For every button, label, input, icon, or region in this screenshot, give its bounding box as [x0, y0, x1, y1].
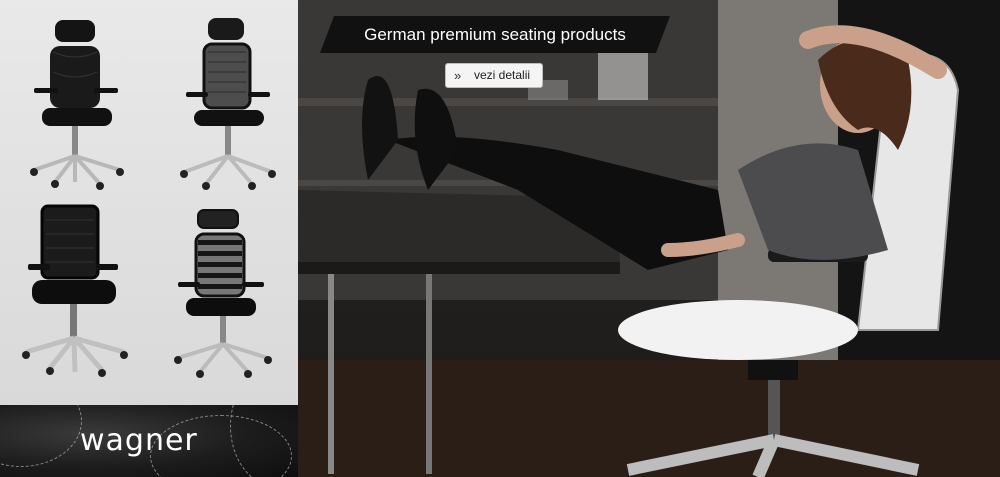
headline-banner: German premium seating products: [320, 16, 670, 53]
hero-photo: [298, 0, 1000, 477]
product-leather-chair[interactable]: [20, 12, 140, 192]
view-details-label: vezi detalii: [474, 68, 531, 82]
hero-banner: wagner German premium seating products »…: [0, 0, 1000, 477]
product-mesh-chair[interactable]: [168, 12, 288, 192]
brand-logo-panel[interactable]: wagner: [0, 405, 298, 477]
product-black-mesh-chair[interactable]: [20, 200, 140, 380]
brand-logo: wagner: [80, 423, 198, 458]
product-grid: [0, 0, 298, 405]
double-chevron-right-icon: »: [454, 68, 462, 83]
view-details-button[interactable]: » vezi detalii: [445, 63, 543, 88]
product-striped-chair[interactable]: [168, 200, 288, 380]
